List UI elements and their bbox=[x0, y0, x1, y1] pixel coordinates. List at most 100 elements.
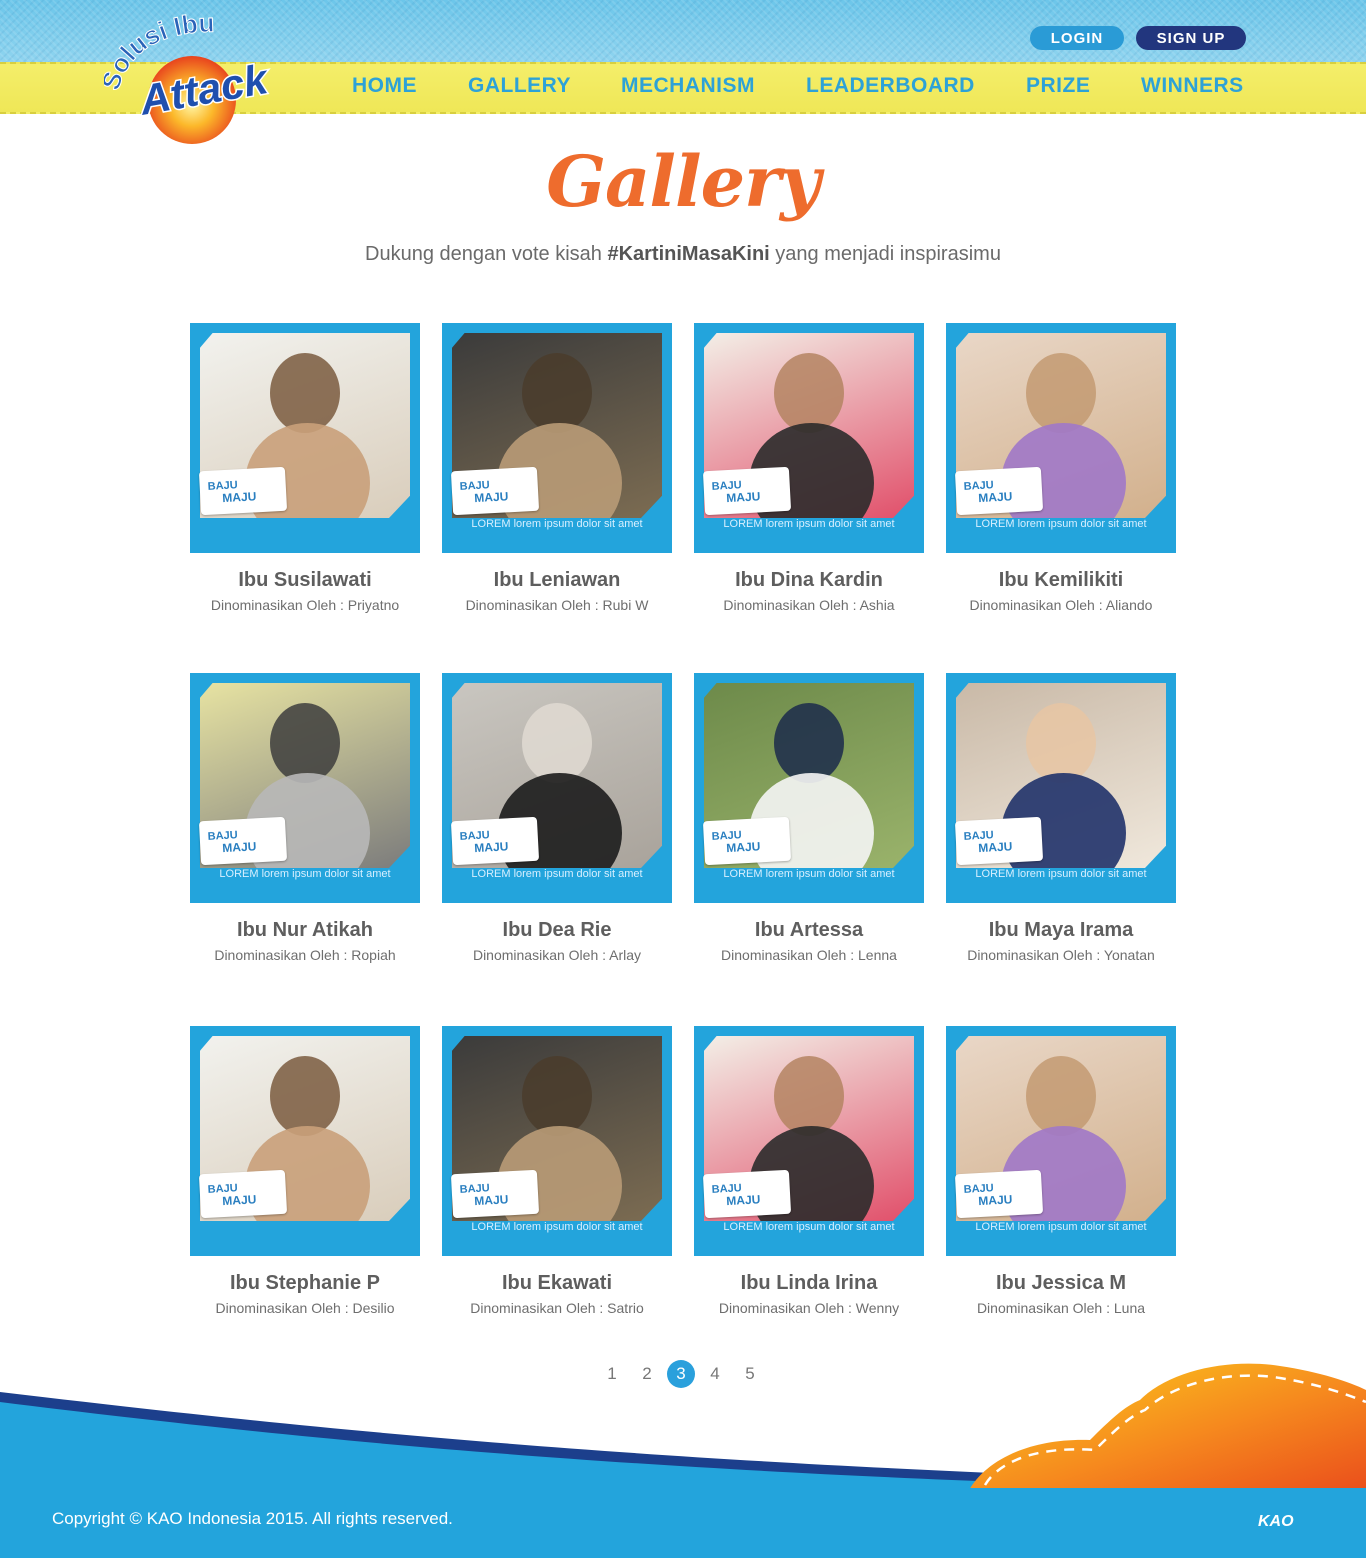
photo-figure bbox=[270, 703, 340, 783]
page-link-4[interactable]: 4 bbox=[700, 1360, 730, 1388]
card-photo-frame[interactable]: BAJU MAJU LOREM lorem ipsum dolor sit amet bbox=[442, 323, 672, 553]
nominator-text: Dinominasikan Oleh : Satrio bbox=[470, 1300, 644, 1316]
nominee-name[interactable]: Ibu Leniawan bbox=[442, 569, 672, 592]
card-photo-frame[interactable]: BAJU MAJU LOREM lorem ipsum dolor sit amet bbox=[694, 673, 924, 903]
baju-maju-badge: BAJU MAJU bbox=[198, 816, 288, 866]
card-caption: LOREM lorem ipsum dolor sit amet bbox=[723, 1221, 895, 1233]
nominee-name[interactable]: Ibu Ekawati bbox=[442, 1272, 672, 1295]
card-caption: LOREM lorem ipsum dolor sit amet bbox=[723, 518, 895, 530]
nominator-text: Dinominasikan Oleh : Aliando bbox=[969, 597, 1153, 613]
card-photo-frame[interactable]: BAJU MAJU LOREM lorem ipsum dolor sit amet bbox=[442, 673, 672, 903]
solusi-ibu-attack-logo[interactable]: Solusi Ibu Attack bbox=[104, 14, 280, 148]
nominee-name[interactable]: Ibu Stephanie P bbox=[190, 1272, 420, 1295]
signup-button[interactable]: SIGN UP bbox=[1136, 26, 1246, 50]
nominee-name[interactable]: Ibu Maya Irama bbox=[946, 919, 1176, 942]
nominator-text: Dinominasikan Oleh : Rubi W bbox=[465, 597, 649, 613]
hashtag: #KartiniMasaKini bbox=[607, 243, 770, 265]
page-link-1[interactable]: 1 bbox=[597, 1360, 627, 1388]
card-photo-frame[interactable]: BAJU MAJU LOREM lorem ipsum dolor sit amet bbox=[694, 323, 924, 553]
nominee-name[interactable]: Ibu Jessica M bbox=[946, 1272, 1176, 1295]
photo-figure bbox=[774, 1056, 844, 1136]
photo-figure bbox=[1026, 703, 1096, 783]
photo-figure bbox=[774, 703, 844, 783]
nominee-name[interactable]: Ibu Dea Rie bbox=[442, 919, 672, 942]
nominator-text: Dinominasikan Oleh : Yonatan bbox=[967, 947, 1155, 963]
nav-gallery[interactable]: GALLERY bbox=[468, 74, 571, 104]
nominee-name[interactable]: Ibu Nur Atikah bbox=[190, 919, 420, 942]
baju-maju-badge: BAJU MAJU bbox=[450, 816, 540, 866]
nominator-text: Dinominasikan Oleh : Priyatno bbox=[210, 597, 400, 613]
nav-leaderboard[interactable]: LEADERBOARD bbox=[806, 74, 975, 104]
gallery-card[interactable]: BAJU MAJU LOREM lorem ipsum dolor sit amet… bbox=[694, 673, 924, 963]
nav-home[interactable]: HOME bbox=[352, 74, 417, 104]
baju-maju-badge: BAJU MAJU bbox=[198, 1169, 288, 1219]
page-link-2[interactable]: 2 bbox=[632, 1360, 662, 1388]
nav-winners[interactable]: WINNERS bbox=[1141, 74, 1244, 104]
photo-figure bbox=[522, 703, 592, 783]
baju-maju-badge: BAJU MAJU bbox=[702, 1169, 792, 1219]
gallery-card[interactable]: BAJU MAJU Ibu Susilawati Dinominasikan Oleh… bbox=[190, 323, 420, 613]
page-link-3[interactable]: 3 bbox=[667, 1360, 695, 1388]
baju-maju-badge: BAJU MAJU bbox=[954, 466, 1044, 516]
login-button[interactable]: LOGIN bbox=[1030, 26, 1124, 50]
gallery-card[interactable]: BAJU MAJU LOREM lorem ipsum dolor sit amet… bbox=[946, 673, 1176, 963]
nav-prize[interactable]: PRIZE bbox=[1026, 74, 1090, 104]
card-caption: LOREM lorem ipsum dolor sit amet bbox=[723, 868, 895, 880]
nominator-text: Dinominasikan Oleh : Luna bbox=[976, 1300, 1146, 1316]
gallery-card[interactable]: BAJU MAJU LOREM lorem ipsum dolor sit amet… bbox=[190, 673, 420, 963]
photo-figure bbox=[1026, 353, 1096, 433]
page-link-5[interactable]: 5 bbox=[735, 1360, 765, 1388]
baju-maju-badge: BAJU MAJU bbox=[702, 816, 792, 866]
gallery-card[interactable]: BAJU MAJU LOREM lorem ipsum dolor sit amet… bbox=[442, 1026, 672, 1316]
card-photo-frame[interactable]: BAJU MAJU bbox=[190, 323, 420, 553]
photo-figure bbox=[774, 353, 844, 433]
card-caption: LOREM lorem ipsum dolor sit amet bbox=[471, 868, 643, 880]
gallery-card[interactable]: BAJU MAJU Ibu Stephanie P Dinominasikan Ole… bbox=[190, 1026, 420, 1316]
kao-logo: KAO bbox=[1258, 1513, 1294, 1530]
gallery-card[interactable]: BAJU MAJU LOREM lorem ipsum dolor sit amet… bbox=[442, 323, 672, 613]
nominee-name[interactable]: Ibu Susilawati bbox=[190, 569, 420, 592]
nominee-name[interactable]: Ibu Linda Irina bbox=[694, 1272, 924, 1295]
baju-maju-badge: BAJU MAJU bbox=[702, 466, 792, 516]
baju-maju-badge: BAJU MAJU bbox=[450, 466, 540, 516]
nominee-name[interactable]: Ibu Kemilikiti bbox=[946, 569, 1176, 592]
gallery-card[interactable]: BAJU MAJU LOREM lorem ipsum dolor sit amet… bbox=[694, 1026, 924, 1316]
nav-mechanism[interactable]: MECHANISM bbox=[621, 74, 755, 104]
card-photo-frame[interactable]: BAJU MAJU LOREM lorem ipsum dolor sit amet bbox=[442, 1026, 672, 1256]
baju-maju-badge: BAJU MAJU bbox=[954, 816, 1044, 866]
page-subtitle: Dukung dengan vote kisah #KartiniMasaKin… bbox=[365, 243, 1001, 265]
nominee-name[interactable]: Ibu Artessa bbox=[694, 919, 924, 942]
nominator-text: Dinominasikan Oleh : Ropiah bbox=[214, 947, 396, 963]
card-caption: LOREM lorem ipsum dolor sit amet bbox=[975, 518, 1147, 530]
card-caption: LOREM lorem ipsum dolor sit amet bbox=[975, 868, 1147, 880]
copyright-text: Copyright © KAO Indonesia 2015. All righ… bbox=[52, 1509, 453, 1528]
baju-maju-badge: BAJU MAJU bbox=[954, 1169, 1044, 1219]
baju-maju-badge: BAJU MAJU bbox=[198, 466, 288, 516]
card-caption: LOREM lorem ipsum dolor sit amet bbox=[471, 1221, 643, 1233]
photo-figure bbox=[522, 353, 592, 433]
card-photo-frame[interactable]: BAJU MAJU LOREM lorem ipsum dolor sit amet bbox=[946, 1026, 1176, 1256]
gallery-card[interactable]: BAJU MAJU LOREM lorem ipsum dolor sit amet… bbox=[694, 323, 924, 613]
gallery-card[interactable]: BAJU MAJU LOREM lorem ipsum dolor sit amet… bbox=[442, 673, 672, 963]
nominator-text: Dinominasikan Oleh : Desilio bbox=[215, 1300, 395, 1316]
card-photo-frame[interactable]: BAJU MAJU LOREM lorem ipsum dolor sit amet bbox=[946, 673, 1176, 903]
pagination: 12345 bbox=[597, 1360, 770, 1388]
photo-figure bbox=[270, 353, 340, 433]
photo-figure bbox=[1026, 1056, 1096, 1136]
card-photo-frame[interactable]: BAJU MAJU bbox=[190, 1026, 420, 1256]
card-photo-frame[interactable]: BAJU MAJU LOREM lorem ipsum dolor sit amet bbox=[694, 1026, 924, 1256]
card-caption: LOREM lorem ipsum dolor sit amet bbox=[219, 868, 391, 880]
page-title: Gallery bbox=[546, 140, 820, 223]
photo-figure bbox=[270, 1056, 340, 1136]
gallery-card[interactable]: BAJU MAJU LOREM lorem ipsum dolor sit amet… bbox=[946, 1026, 1176, 1316]
gallery-card[interactable]: BAJU MAJU LOREM lorem ipsum dolor sit amet… bbox=[946, 323, 1176, 613]
card-caption: LOREM lorem ipsum dolor sit amet bbox=[471, 518, 643, 530]
baju-maju-badge: BAJU MAJU bbox=[450, 1169, 540, 1219]
card-photo-frame[interactable]: BAJU MAJU LOREM lorem ipsum dolor sit amet bbox=[190, 673, 420, 903]
photo-figure bbox=[522, 1056, 592, 1136]
nominee-name[interactable]: Ibu Dina Kardin bbox=[694, 569, 924, 592]
nominator-text: Dinominasikan Oleh : Arlay bbox=[472, 947, 642, 963]
nominator-text: Dinominasikan Oleh : Lenna bbox=[721, 947, 897, 963]
card-caption: LOREM lorem ipsum dolor sit amet bbox=[975, 1221, 1147, 1233]
card-photo-frame[interactable]: BAJU MAJU LOREM lorem ipsum dolor sit amet bbox=[946, 323, 1176, 553]
